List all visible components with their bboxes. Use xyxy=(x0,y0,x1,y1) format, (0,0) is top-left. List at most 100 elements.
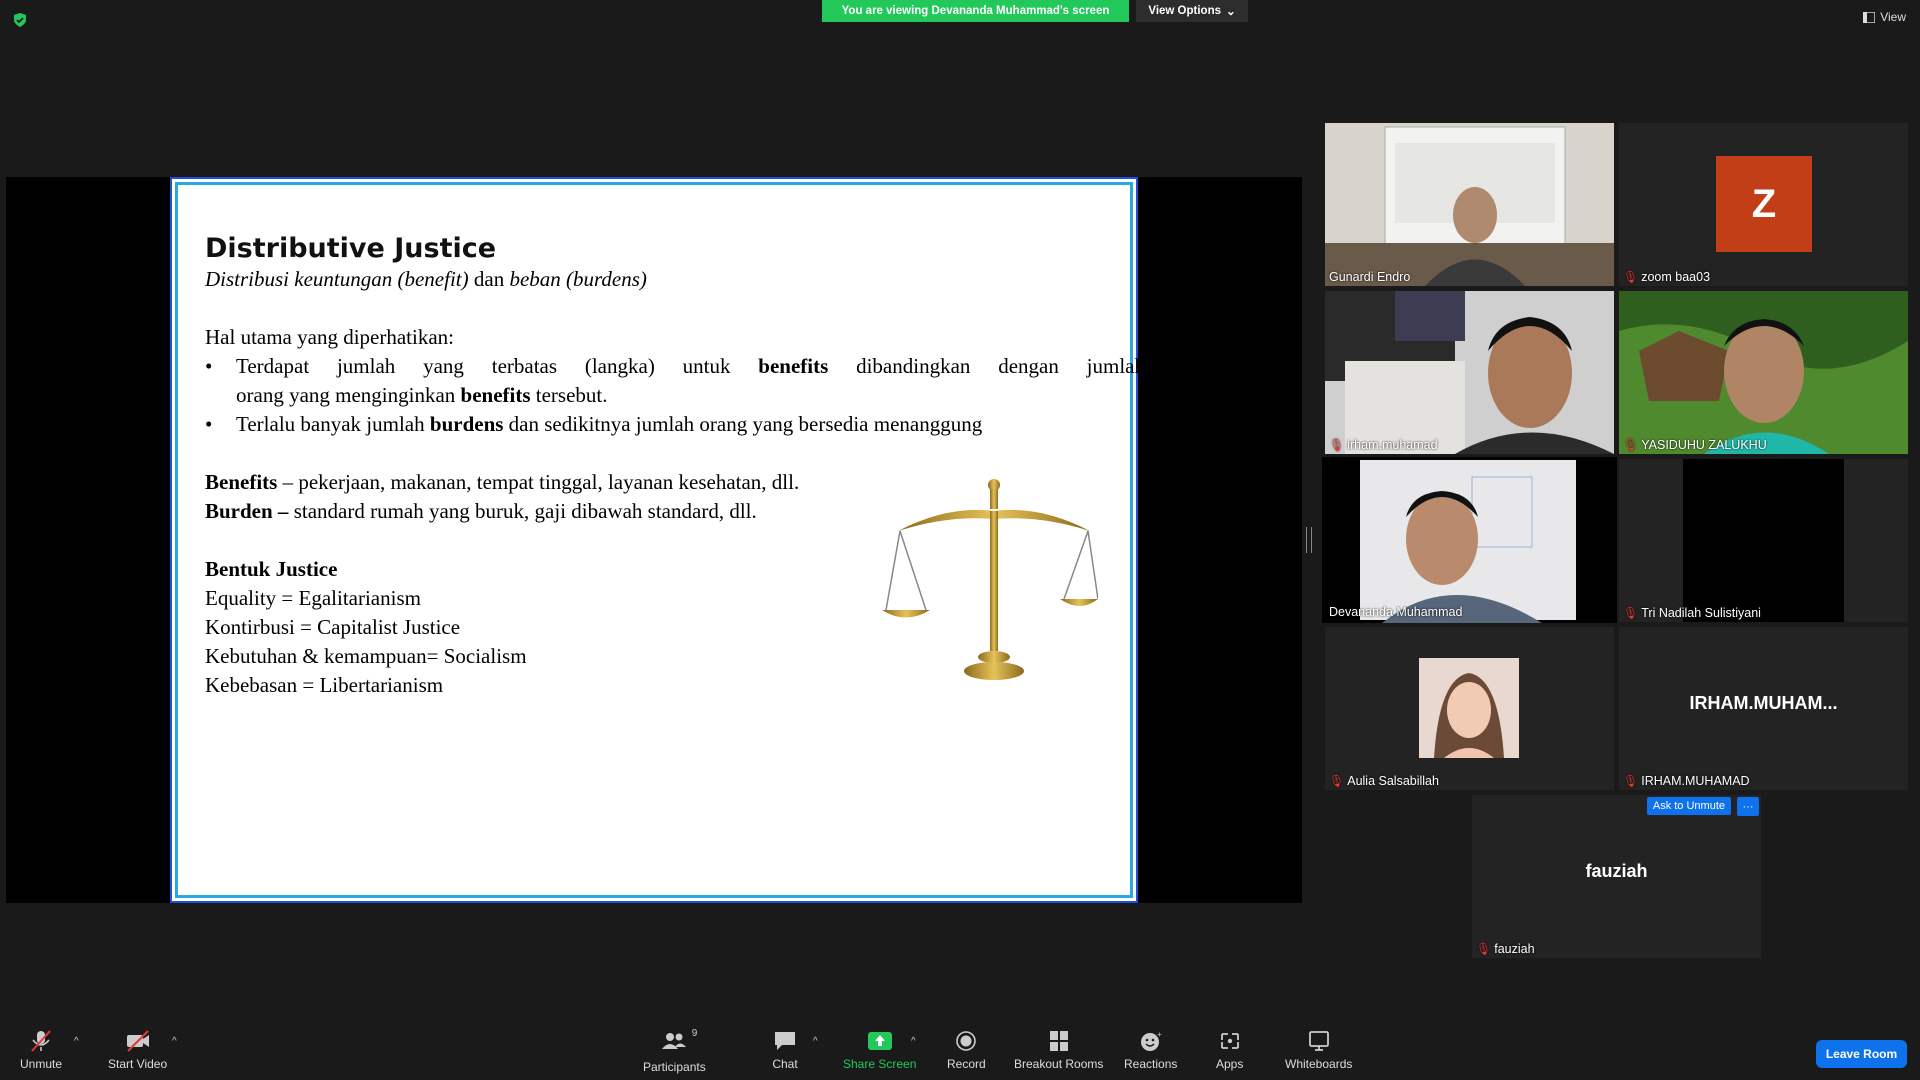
security-shield-icon[interactable] xyxy=(12,12,28,28)
view-options-label: View Options xyxy=(1148,5,1221,17)
chat-button[interactable]: Chat xyxy=(772,1030,798,1071)
slide-title: Distributive Justice xyxy=(205,233,497,264)
participant-name: 🎙 Tri Nadilah Sulistiyani xyxy=(1623,606,1761,620)
view-button[interactable]: View xyxy=(1863,10,1906,24)
participant-tile[interactable]: Z 🎙 zoom baa03 xyxy=(1619,123,1908,286)
panel-resize-handle[interactable] xyxy=(1306,527,1312,553)
slide-frame: Distributive Justice Distribusi keuntung… xyxy=(175,182,1145,898)
start-video-button[interactable]: Start Video xyxy=(108,1030,167,1071)
participant-tile[interactable]: 🎙 YASIDUHU ZALUKHU xyxy=(1619,291,1908,454)
reactions-button[interactable]: + Reactions xyxy=(1124,1030,1177,1071)
participant-tile[interactable]: 🎙 Tri Nadilah Sulistiyani xyxy=(1619,459,1908,622)
unmute-button[interactable]: Unmute xyxy=(20,1030,62,1071)
participant-name-text: Devananda Muhammad xyxy=(1329,605,1463,619)
participants-button[interactable]: 9 Participants xyxy=(643,1028,706,1074)
participants-icon xyxy=(662,1033,687,1049)
participant-tile[interactable]: Ask to Unmute ··· fauziah 🎙 fauziah xyxy=(1472,795,1761,958)
bullet-1-text-a: Terdapat jumlah yang terbatas (langka) u… xyxy=(236,354,759,378)
apps-icon xyxy=(1220,1033,1239,1049)
mic-muted-icon: 🎙 xyxy=(1623,270,1639,284)
video-feed xyxy=(1322,457,1617,623)
form-item: Equality = Egalitarianism xyxy=(205,586,421,610)
more-options-button[interactable]: ··· xyxy=(1737,797,1759,816)
forms-title-text: Bentuk Justice xyxy=(205,557,338,581)
video-feed xyxy=(1683,459,1844,622)
view-grid-icon xyxy=(1863,11,1876,23)
mic-muted-icon: 🎙 xyxy=(1623,606,1639,620)
whiteboards-button[interactable]: Whiteboards xyxy=(1285,1030,1352,1071)
participant-name: Devananda Muhammad xyxy=(1329,605,1462,619)
view-options-button[interactable]: View Options ⌄ xyxy=(1136,0,1248,22)
bullet-1-line-2: orang yang menginginkan benefits tersebu… xyxy=(236,383,608,408)
participant-name: 🎙 irham.muhamad xyxy=(1329,438,1438,452)
record-button[interactable]: Record xyxy=(947,1030,986,1071)
burden-text: standard rumah yang buruk, gaji dibawah … xyxy=(288,499,757,523)
reactions-icon: + xyxy=(1140,1030,1162,1051)
unmute-label: Unmute xyxy=(20,1057,63,1071)
participant-name-text: IRHAM.MUHAMAD xyxy=(1641,774,1750,788)
participant-name: 🎙 IRHAM.MUHAMAD xyxy=(1623,774,1750,788)
record-label: Record xyxy=(947,1057,986,1071)
video-feed xyxy=(1619,291,1908,454)
participant-name-text: Tri Nadilah Sulistiyani xyxy=(1641,606,1761,620)
apps-button[interactable]: Apps xyxy=(1216,1030,1243,1071)
video-off-icon xyxy=(126,1030,149,1052)
viewing-screen-banner: You are viewing Devananda Muhammad's scr… xyxy=(822,0,1129,22)
bullet-1-bold: benefits xyxy=(758,354,829,378)
form-item: Kebutuhan & kemampuan= Socialism xyxy=(205,644,527,668)
participant-tile[interactable]: Gunardi Endro xyxy=(1325,123,1614,286)
share-options-caret[interactable]: ^ xyxy=(911,1036,916,1047)
subtitle-part1: Distribusi keuntungan (benefit) xyxy=(205,267,469,291)
video-options-caret[interactable]: ^ xyxy=(172,1036,177,1047)
audio-options-caret[interactable]: ^ xyxy=(74,1036,79,1047)
mic-muted-icon: 🎙 xyxy=(1623,774,1639,788)
participant-tile[interactable]: 🎙 Aulia Salsabillah xyxy=(1325,627,1614,790)
start-video-label: Start Video xyxy=(108,1057,168,1071)
mic-muted-icon: 🎙 xyxy=(1476,942,1492,956)
share-screen-button[interactable]: Share Screen xyxy=(843,1030,916,1071)
bullet-2-text-c: dan sedikitnya jumlah orang yang bersedi… xyxy=(503,412,983,436)
mic-muted-icon: 🎙 xyxy=(1329,774,1345,788)
form-item: Kontirbusi = Capitalist Justice xyxy=(205,615,461,639)
benefits-line: Benefits – pekerjaan, makanan, tempat ti… xyxy=(205,470,799,495)
view-label: View xyxy=(1880,10,1906,24)
burden-label: Burden – xyxy=(205,499,289,523)
participant-name-text: irham.muhamad xyxy=(1347,438,1438,452)
bullet-1-line-1: Terdapat jumlah yang terbatas (langka) u… xyxy=(236,354,1145,379)
mic-muted-icon xyxy=(31,1030,51,1052)
participant-name: 🎙 zoom baa03 xyxy=(1623,270,1710,284)
participant-tile-active-speaker[interactable]: Devananda Muhammad xyxy=(1322,457,1617,623)
reactions-label: Reactions xyxy=(1124,1057,1178,1071)
chat-options-caret[interactable]: ^ xyxy=(813,1036,818,1047)
participant-display-name: IRHAM.MUHAM... xyxy=(1689,693,1838,713)
participant-name-text: zoom baa03 xyxy=(1641,270,1711,284)
share-screen-label: Share Screen xyxy=(843,1057,917,1071)
bullet-1-text-c: dibandingkan dengan jumlah xyxy=(828,354,1146,378)
slide-subtitle: Distribusi keuntungan (benefit) dan beba… xyxy=(205,267,647,292)
chat-label: Chat xyxy=(772,1057,798,1071)
forms-title: Bentuk Justice xyxy=(205,557,337,582)
apps-label: Apps xyxy=(1216,1057,1244,1071)
ask-to-unmute-button[interactable]: Ask to Unmute xyxy=(1646,797,1731,815)
participant-tile[interactable]: 🎙 irham.muhamad xyxy=(1325,291,1614,454)
participant-count: 9 xyxy=(691,1028,698,1039)
share-screen-icon xyxy=(867,1032,892,1050)
breakout-rooms-button[interactable]: Breakout Rooms xyxy=(1014,1030,1103,1071)
participant-name: 🎙 fauziah xyxy=(1476,942,1535,956)
leave-room-button[interactable]: Leave Room xyxy=(1816,1040,1907,1068)
participant-name-text: Aulia Salsabillah xyxy=(1347,774,1439,788)
video-feed xyxy=(1325,123,1614,286)
participant-display-name: fauziah xyxy=(1585,861,1648,881)
subtitle-part3: beban (burdens) xyxy=(509,267,647,291)
participant-name: 🎙 Aulia Salsabillah xyxy=(1329,774,1439,788)
svg-text:+: + xyxy=(1157,1030,1162,1039)
benefits-text: – pekerjaan, makanan, tempat tinggal, la… xyxy=(277,470,800,494)
bullet-1-line-2-a: orang yang menginginkan xyxy=(236,383,461,407)
participant-tile[interactable]: IRHAM.MUHAM... 🎙 IRHAM.MUHAMAD xyxy=(1619,627,1908,790)
bullet-1-line-2-bold: benefits xyxy=(460,383,531,407)
subtitle-part2: dan xyxy=(468,267,510,291)
burden-line: Burden – standard rumah yang buruk, gaji… xyxy=(205,499,757,524)
participant-name-text: fauziah xyxy=(1494,942,1535,956)
chevron-down-icon: ⌄ xyxy=(1226,6,1236,18)
mic-muted-icon: 🎙 xyxy=(1329,438,1345,452)
